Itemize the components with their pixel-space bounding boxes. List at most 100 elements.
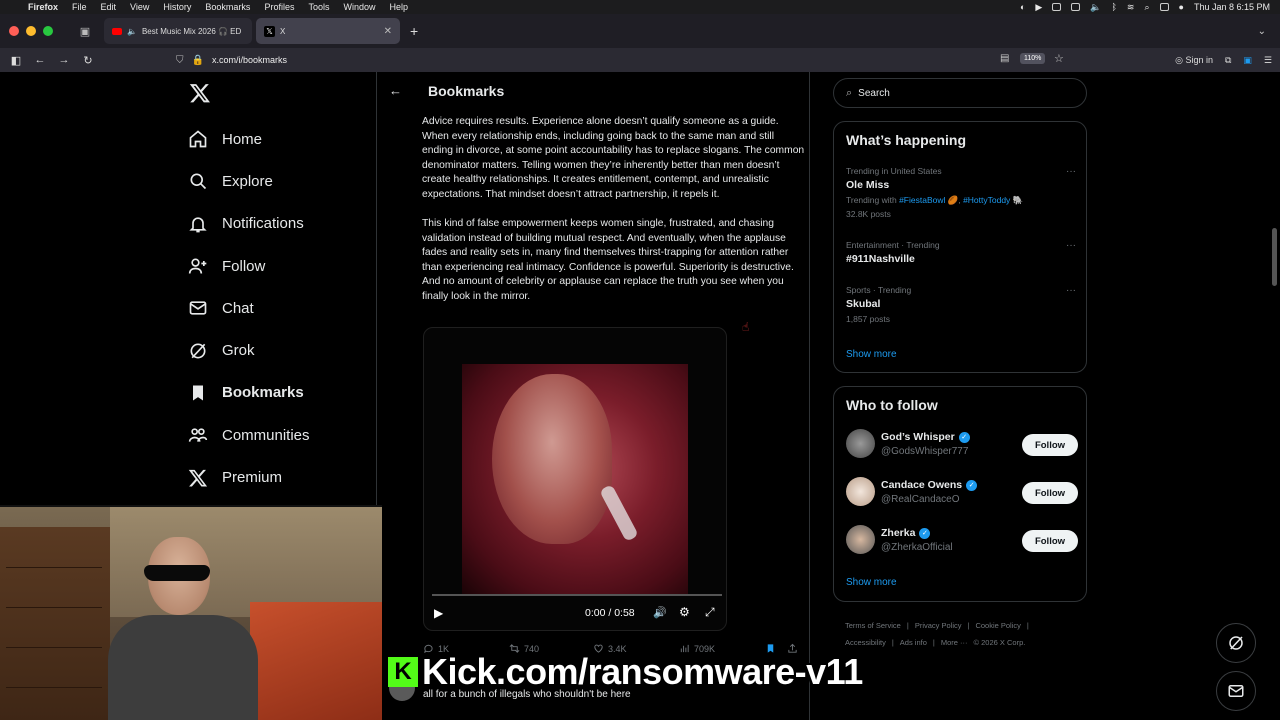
- follow-button[interactable]: Follow: [1022, 482, 1078, 504]
- zoom-level[interactable]: 110%: [1020, 53, 1046, 64]
- messages-fab-button[interactable]: [1216, 671, 1256, 711]
- more-options-icon[interactable]: ···: [1066, 240, 1076, 251]
- nav-communities[interactable]: Communities: [188, 414, 378, 456]
- nav-explore[interactable]: Explore: [188, 160, 378, 202]
- menu-bookmarks[interactable]: Bookmarks: [205, 2, 250, 12]
- spotlight-icon[interactable]: ⌕: [1144, 2, 1149, 13]
- nav-follow[interactable]: Follow: [188, 245, 378, 287]
- menu-tools[interactable]: Tools: [308, 2, 329, 12]
- hamburger-menu-icon[interactable]: ☰: [1264, 55, 1272, 66]
- play-icon[interactable]: ▶: [434, 606, 443, 620]
- avatar[interactable]: [846, 525, 875, 554]
- nav-home[interactable]: Home: [188, 118, 378, 160]
- back-arrow-icon[interactable]: ←: [28, 54, 52, 66]
- video-subject: [492, 374, 612, 544]
- chevron-down-icon[interactable]: ⌄: [1258, 26, 1266, 37]
- kick-channel-text: Kick.com/ransomware-v11: [422, 651, 863, 692]
- trend-tag[interactable]: #HottyToddy 🐘: [963, 195, 1023, 205]
- status-icon-a[interactable]: ◐: [1020, 2, 1025, 12]
- fullscreen-icon[interactable]: ⤢: [705, 605, 715, 620]
- footer-link-privacy[interactable]: Privacy Policy: [915, 621, 962, 630]
- url-bar[interactable]: ⛉ 🔒 x.com/i/bookmarks: [176, 50, 1076, 70]
- minimize-window-button[interactable]: [26, 26, 36, 36]
- menubar-clock[interactable]: Thu Jan 8 6:15 PM: [1194, 2, 1270, 12]
- nav-bookmarks[interactable]: Bookmarks: [188, 372, 378, 414]
- volume-icon[interactable]: 🔊: [653, 606, 667, 619]
- show-more-link[interactable]: Show more: [846, 577, 897, 588]
- tab-music-mix[interactable]: 🔈 Best Music Mix 2026 🎧 ED: [104, 18, 252, 44]
- menu-file[interactable]: File: [72, 2, 87, 12]
- nav-grok[interactable]: Grok: [188, 329, 378, 371]
- trend-item[interactable]: Sports · Trending Skubal 1,857 posts ···: [846, 285, 1076, 324]
- tab-overview-icon[interactable]: ▣: [70, 25, 100, 38]
- video-player[interactable]: ▶ 0:00 / 0:58 🔊 ⚙ ⤢: [423, 327, 727, 631]
- verified-badge-icon: ✓: [919, 527, 931, 539]
- more-options-icon[interactable]: ···: [1066, 285, 1076, 296]
- window-status-icon[interactable]: [1052, 3, 1062, 11]
- grok-fab-button[interactable]: [1216, 623, 1256, 663]
- lock-icon[interactable]: 🔒: [192, 55, 204, 66]
- gear-icon[interactable]: ⚙: [679, 605, 690, 619]
- menu-profiles[interactable]: Profiles: [264, 2, 294, 12]
- follow-suggestion[interactable]: Candace Owens ✓ @RealCandaceO Follow: [846, 477, 1078, 509]
- more-options-icon[interactable]: ···: [1066, 166, 1076, 177]
- trend-tag[interactable]: #FiestaBowl 🏉: [899, 195, 958, 205]
- sidebar-toggle-icon[interactable]: ◧: [4, 54, 28, 67]
- back-arrow-icon[interactable]: ←: [389, 83, 402, 98]
- trend-item[interactable]: Entertainment · Trending #911Nashville ·…: [846, 240, 1076, 265]
- avatar[interactable]: [846, 429, 875, 458]
- video-progress-bar[interactable]: [432, 594, 722, 596]
- follow-button[interactable]: Follow: [1022, 434, 1078, 456]
- control-center-icon[interactable]: [1159, 3, 1169, 11]
- nav-premium[interactable]: Premium: [188, 456, 378, 498]
- show-more-link[interactable]: Show more: [846, 349, 897, 360]
- nav-notifications[interactable]: Notifications: [188, 203, 378, 245]
- nav-chat[interactable]: Chat: [188, 287, 378, 329]
- page-scrollbar[interactable]: [1272, 228, 1277, 286]
- reader-view-icon[interactable]: ▤: [1000, 53, 1009, 64]
- zoom-window-button[interactable]: [43, 26, 53, 36]
- follow-suggestion[interactable]: Zherka ✓ @ZherkaOfficial Follow: [846, 525, 1078, 557]
- avatar[interactable]: [846, 477, 875, 506]
- post-body[interactable]: Advice requires results. Experience alon…: [422, 115, 807, 319]
- menu-view[interactable]: View: [130, 2, 149, 12]
- display-status-icon[interactable]: [1071, 3, 1081, 11]
- volume-status-icon[interactable]: 🔈: [1090, 2, 1101, 13]
- trend-context: Trending with #FiestaBowl 🏉, #HottyToddy…: [846, 195, 1024, 205]
- close-tab-icon[interactable]: ✕: [384, 26, 392, 37]
- navbar-right-tools: ◎ Sign in ⧉ ▣ ☰: [1175, 48, 1272, 72]
- account-icon[interactable]: ◎ Sign in: [1175, 55, 1213, 66]
- menu-window[interactable]: Window: [343, 2, 375, 12]
- new-tab-button[interactable]: +: [410, 23, 418, 39]
- menu-history[interactable]: History: [163, 2, 191, 12]
- url-text[interactable]: x.com/i/bookmarks: [212, 55, 287, 65]
- footer-link-more[interactable]: More ···: [941, 638, 968, 647]
- close-window-button[interactable]: [9, 26, 19, 36]
- siri-icon[interactable]: ●: [1179, 2, 1184, 12]
- video-frame[interactable]: [462, 364, 688, 594]
- menu-help[interactable]: Help: [389, 2, 408, 12]
- menu-app-name[interactable]: Firefox: [28, 2, 58, 12]
- x-logo-icon[interactable]: [189, 82, 211, 104]
- speaker-icon[interactable]: 🔈: [127, 27, 137, 36]
- reload-icon[interactable]: ↻: [76, 54, 100, 67]
- forward-arrow-icon[interactable]: →: [52, 54, 76, 66]
- sign-in-label[interactable]: Sign in: [1185, 55, 1213, 65]
- shield-icon[interactable]: ⛉: [176, 55, 184, 66]
- star-icon[interactable]: ☆: [1054, 52, 1064, 65]
- search-input[interactable]: ⌕ Search: [833, 78, 1087, 108]
- play-status-icon[interactable]: ▶: [1035, 2, 1042, 13]
- extensions-icon[interactable]: ⧉: [1225, 55, 1231, 66]
- footer-link-terms[interactable]: Terms of Service: [845, 621, 901, 630]
- footer-link-accessibility[interactable]: Accessibility: [845, 638, 886, 647]
- bluetooth-icon[interactable]: ᛒ: [1112, 2, 1117, 12]
- footer-link-cookie[interactable]: Cookie Policy: [975, 621, 1020, 630]
- follow-suggestion[interactable]: God’s Whisper ✓ @GodsWhisper777 Follow: [846, 429, 1078, 461]
- footer-link-ads[interactable]: Ads info: [900, 638, 927, 647]
- wifi-icon[interactable]: ≋: [1127, 2, 1135, 13]
- menu-edit[interactable]: Edit: [101, 2, 117, 12]
- tab-x[interactable]: 𝕏 X ✕: [256, 18, 400, 44]
- trend-item[interactable]: Trending in United States Ole Miss Trend…: [846, 166, 1076, 219]
- follow-button[interactable]: Follow: [1022, 530, 1078, 552]
- extension-badge-icon[interactable]: ▣: [1243, 55, 1252, 66]
